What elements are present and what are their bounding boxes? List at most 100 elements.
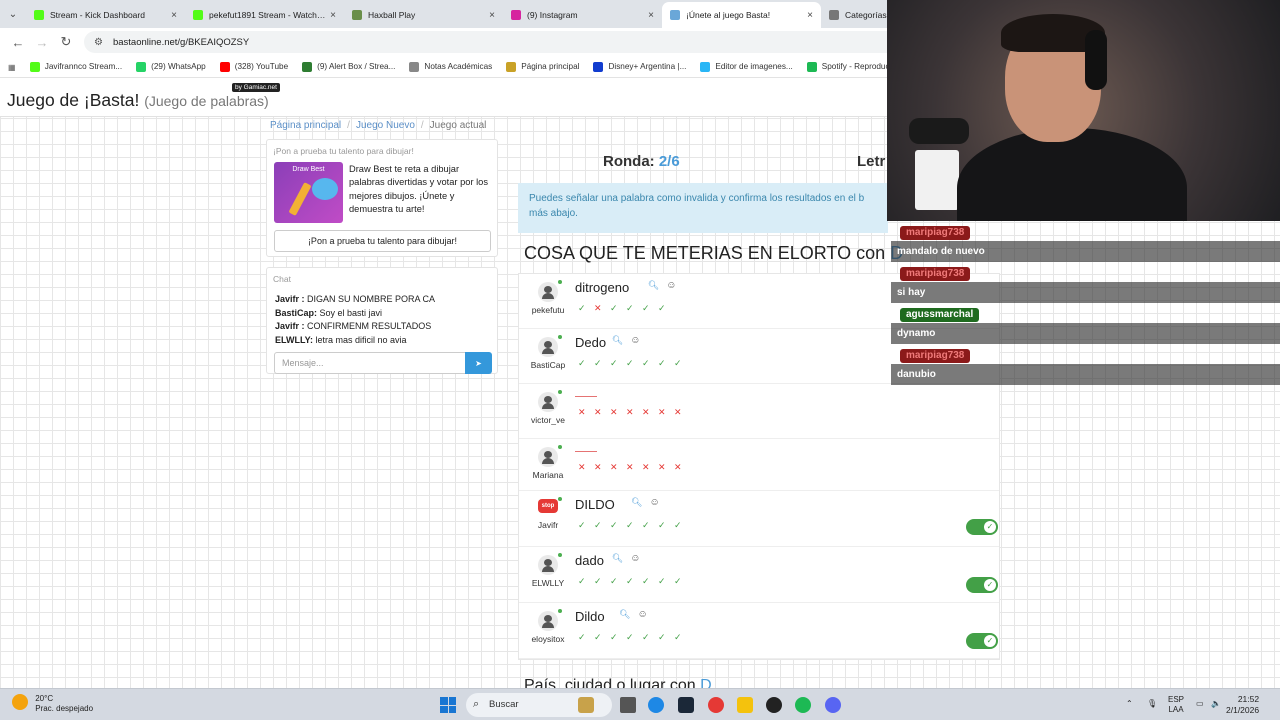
chat-text: Soy el basti javi xyxy=(319,307,383,318)
tab-close-icon[interactable]: × xyxy=(489,10,495,21)
try-drawing-button[interactable]: ¡Pon a prueba tu talento para dibujar! xyxy=(274,230,491,252)
weather-widget[interactable]: 20°C Prac. despejado xyxy=(12,694,93,714)
spotify-icon[interactable] xyxy=(795,697,811,713)
start-button[interactable] xyxy=(440,697,456,713)
tab-close-icon[interactable]: × xyxy=(330,10,336,21)
microphone-icon[interactable]: 🎙 xyxy=(1147,699,1157,709)
vote-cross-icon: ✕ xyxy=(594,407,602,417)
bookmark-item[interactable]: (328) YouTube xyxy=(219,61,288,72)
steam-icon[interactable] xyxy=(678,697,694,713)
forward-icon[interactable]: → xyxy=(30,30,54,54)
search-word-icon[interactable]: 🔍︎ xyxy=(612,553,623,563)
bookmark-item[interactable]: Página principal xyxy=(506,61,579,72)
online-status-dot xyxy=(558,609,562,613)
avatar-icon xyxy=(538,447,558,467)
bookmark-item[interactable]: Notas Académicas xyxy=(409,61,492,72)
tab-close-icon[interactable]: × xyxy=(648,10,654,21)
task-view-icon[interactable] xyxy=(620,697,636,713)
edge-icon[interactable] xyxy=(648,697,664,713)
search-word-icon[interactable]: 🔍︎ xyxy=(648,280,659,290)
vote-marks: ✕ ✕ ✕ ✕ ✕ ✕ ✕ xyxy=(578,462,690,473)
show-hidden-icons[interactable]: ⌃ xyxy=(1126,699,1133,709)
answer-word: Dildo xyxy=(575,609,605,624)
breadcrumb-home[interactable]: Página principal xyxy=(270,120,341,131)
bookmark-icon xyxy=(302,61,313,72)
headphones xyxy=(1085,30,1107,90)
promo-panel: ¡Pon a prueba tu talento para dibujar! D… xyxy=(266,139,498,257)
send-message-button[interactable]: ➤ xyxy=(465,352,492,374)
vote-check-icon: ✓ xyxy=(610,303,618,313)
tab-close-icon[interactable]: × xyxy=(171,10,177,21)
network-icon[interactable]: ▭ xyxy=(1196,699,1204,709)
widget-icon[interactable] xyxy=(578,697,594,713)
browser-tab[interactable]: Haxball Play × xyxy=(344,2,503,28)
apps-grid-icon[interactable]: ▦ xyxy=(8,62,16,72)
search-word-icon[interactable]: 🔍︎ xyxy=(619,609,630,619)
back-icon[interactable]: ← xyxy=(6,30,30,54)
validate-toggle[interactable] xyxy=(966,519,998,535)
chrome-icon[interactable] xyxy=(708,697,724,713)
breadcrumb-new-game[interactable]: Juego Nuevo xyxy=(356,120,415,131)
clock[interactable]: 21:52 2/1/2026 xyxy=(1226,694,1259,715)
emoji-react-icon[interactable]: ☺ xyxy=(630,553,640,564)
promo-header: ¡Pon a prueba tu talento para dibujar! xyxy=(273,146,414,156)
browser-tab[interactable]: pekefut1891 Stream - Watch Live × xyxy=(185,2,344,28)
tab-close-icon[interactable]: × xyxy=(807,10,813,21)
file-explorer-icon[interactable] xyxy=(737,697,753,713)
tab-title: pekefut1891 Stream - Watch Live xyxy=(209,10,327,20)
info-notice: Puedes señalar una palabra como invalida… xyxy=(518,183,888,233)
bookmark-icon xyxy=(593,61,604,72)
browser-tab[interactable]: (9) Instagram × xyxy=(503,2,662,28)
search-word-icon[interactable]: 🔍︎ xyxy=(612,335,623,345)
validate-toggle[interactable] xyxy=(966,577,998,593)
vote-check-icon: ✓ xyxy=(626,303,634,313)
emoji-react-icon[interactable]: ☺ xyxy=(630,335,640,346)
site-subtitle: (Juego de palabras) xyxy=(144,93,269,109)
vote-check-icon: ✓ xyxy=(674,576,682,586)
bookmark-item[interactable]: (9) Alert Box / Strea... xyxy=(302,61,395,72)
site-info-icon[interactable]: ⚙ xyxy=(94,37,103,48)
browser-tab[interactable]: Stream - Kick Dashboard × xyxy=(26,2,185,28)
bookmark-icon xyxy=(700,61,711,72)
reload-icon[interactable]: ↻ xyxy=(54,30,78,54)
answer-word: Dedo xyxy=(575,335,607,350)
stream-chat-text: danubio xyxy=(891,364,1280,385)
answer-word: ditrogeno xyxy=(575,280,630,295)
emoji-react-icon[interactable]: ☺ xyxy=(666,280,676,291)
bookmark-item[interactable]: Javifrannco Stream... xyxy=(29,61,122,72)
vote-cross-icon: ✕ xyxy=(674,462,682,472)
browser-tab[interactable]: ¡Únete al juego Basta! × xyxy=(662,2,821,28)
bookmark-item[interactable]: (29) WhatsApp xyxy=(136,61,206,72)
search-word-icon[interactable]: 🔍︎ xyxy=(631,497,642,507)
volume-icon[interactable]: 🔈 xyxy=(1211,699,1221,709)
discord-icon[interactable] xyxy=(825,697,841,713)
stream-chat-text: dynamo xyxy=(891,323,1280,344)
vote-cross-icon: ✕ xyxy=(642,462,650,472)
emoji-react-icon[interactable]: ☺ xyxy=(637,609,647,620)
breadcrumb: Página principal / Juego Nuevo / Juego actua… xyxy=(270,120,487,131)
validate-toggle[interactable] xyxy=(966,633,998,649)
vote-check-icon: ✓ xyxy=(626,358,634,368)
weather-temp: 20°C xyxy=(35,694,54,703)
emoji-react-icon[interactable]: ☺ xyxy=(649,497,659,508)
draw-best-image[interactable]: Draw Best xyxy=(274,162,343,223)
bookmark-icon xyxy=(219,61,230,72)
vote-check-icon: ✓ xyxy=(610,520,618,530)
player-name: Mariana xyxy=(532,470,564,480)
answer-tools: 🔍︎ ☺ xyxy=(612,335,641,346)
site-title[interactable]: Juego de ¡Basta! (Juego de palabras) xyxy=(7,90,269,111)
stream-chat-message: mandalo de nuevo maripiag738 xyxy=(891,226,1280,267)
language-indicator[interactable]: ESP LAA xyxy=(1168,695,1184,715)
taskbar-search-label: Buscar xyxy=(489,699,519,710)
vote-check-icon: ✓ xyxy=(578,303,586,313)
vote-marks: ✓ ✓ ✓ ✓ ✓ ✓ ✓ xyxy=(578,520,690,531)
vote-cross-icon: ✕ xyxy=(594,303,602,313)
chat-message-input[interactable]: Mensaje... xyxy=(274,352,466,374)
obs-icon[interactable] xyxy=(766,697,782,713)
bookmark-item[interactable]: Editor de imagenes... xyxy=(700,61,793,72)
weather-desc: Prac. despejado xyxy=(35,704,94,713)
bookmark-item[interactable]: Disney+ Argentina |... xyxy=(593,61,686,72)
tab-search-icon[interactable]: ⌄ xyxy=(0,0,26,28)
bookmark-item[interactable]: Spotify - Reproduct... xyxy=(806,61,899,72)
bookmark-icon xyxy=(136,61,147,72)
